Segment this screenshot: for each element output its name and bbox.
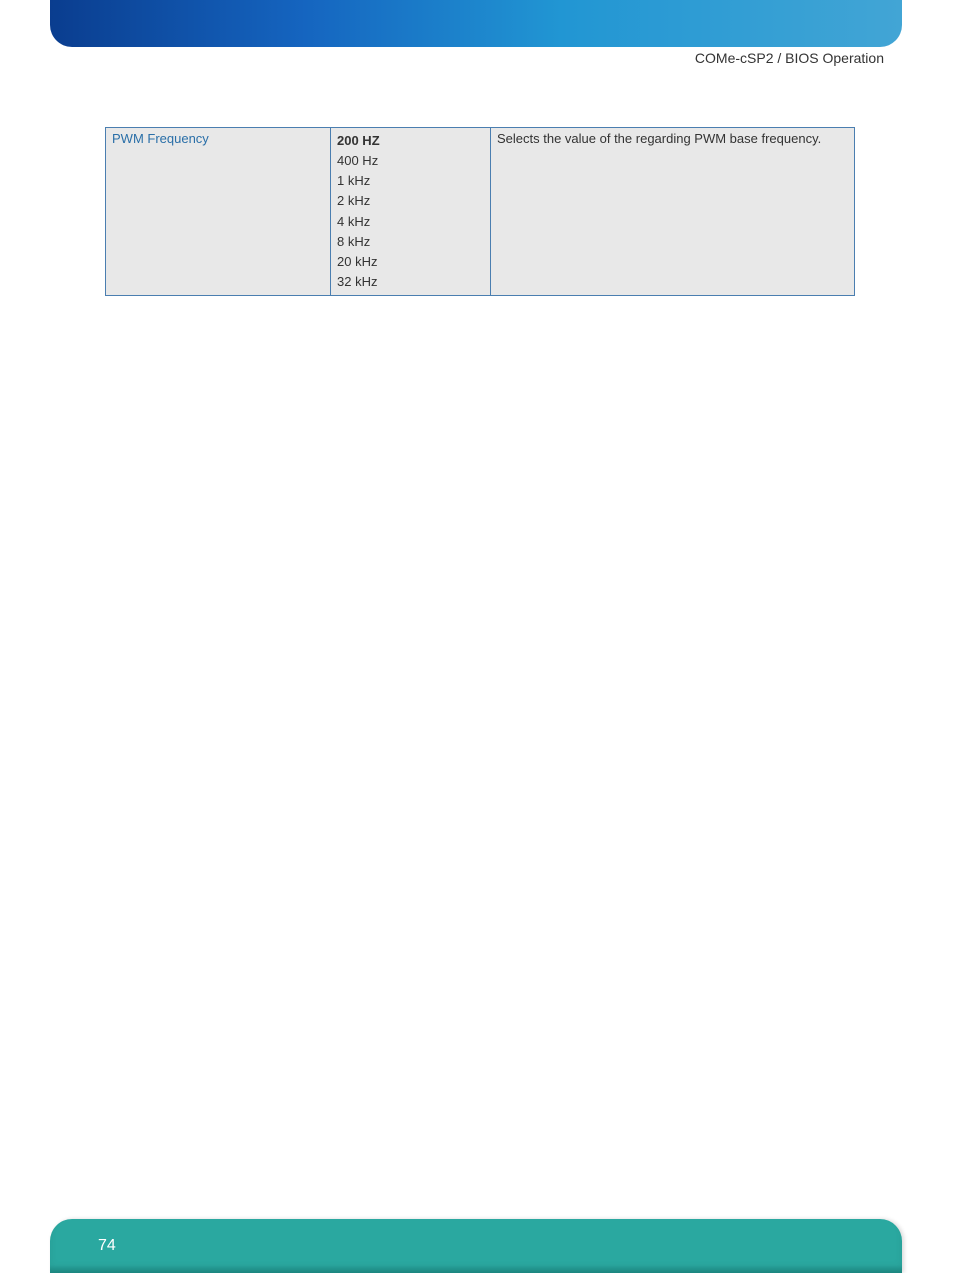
setting-values: 200 HZ 400 Hz 1 kHz 2 kHz 4 kHz 8 kHz 20… [331,128,491,296]
value-option: 2 kHz [337,193,370,208]
breadcrumb: COMe-cSP2 / BIOS Operation [695,50,884,66]
value-option: 1 kHz [337,173,370,188]
setting-label: PWM Frequency [106,128,331,296]
table-row: PWM Frequency 200 HZ 400 Hz 1 kHz 2 kHz … [106,128,855,296]
value-option: 20 kHz [337,254,377,269]
value-option: 200 HZ [337,133,380,148]
footer-bar: 74 [50,1219,902,1273]
value-option: 4 kHz [337,214,370,229]
page-number: 74 [98,1237,116,1255]
content-area: PWM Frequency 200 HZ 400 Hz 1 kHz 2 kHz … [105,127,855,296]
bios-settings-table: PWM Frequency 200 HZ 400 Hz 1 kHz 2 kHz … [105,127,855,296]
setting-description: Selects the value of the regarding PWM b… [491,128,855,296]
value-option: 32 kHz [337,274,377,289]
value-option: 8 kHz [337,234,370,249]
header-bar [50,0,902,47]
value-option: 400 Hz [337,153,378,168]
